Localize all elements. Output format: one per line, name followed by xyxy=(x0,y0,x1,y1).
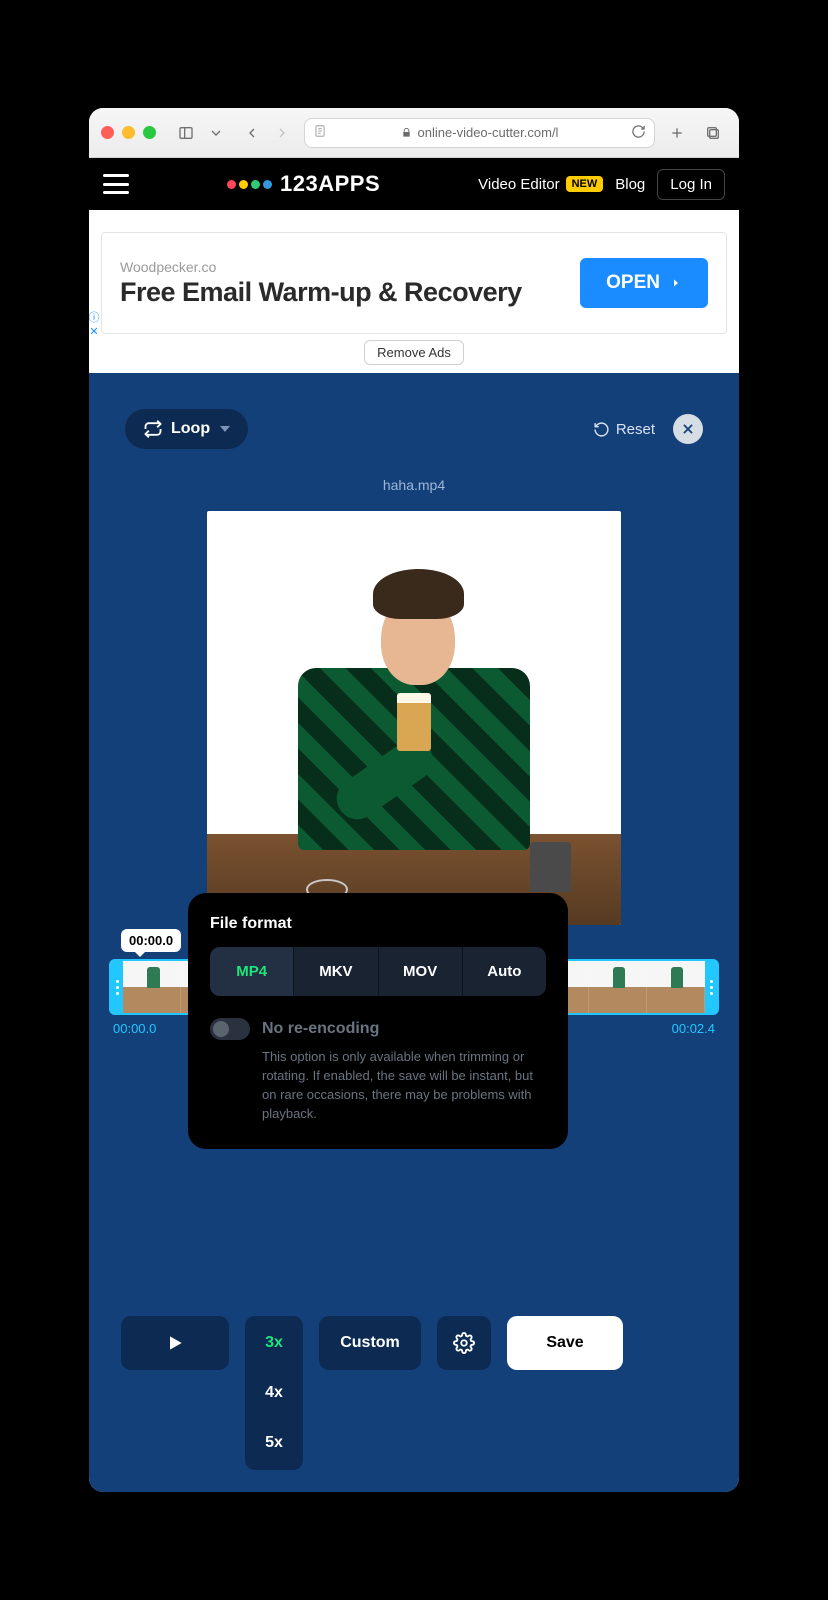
ad-zone: ⓘ✕ Woodpecker.co Free Email Warm-up & Re… xyxy=(89,210,739,373)
chevron-down-icon xyxy=(220,426,230,432)
loop-dropdown[interactable]: Loop xyxy=(125,409,248,449)
play-button[interactable] xyxy=(121,1316,229,1370)
custom-button[interactable]: Custom xyxy=(319,1316,421,1370)
safari-toolbar: online-video-cutter.com/l xyxy=(89,108,739,158)
window-controls xyxy=(101,126,156,139)
back-icon[interactable] xyxy=(238,119,266,147)
loop-icon xyxy=(143,419,163,439)
minimize-window-icon[interactable] xyxy=(122,126,135,139)
video-preview[interactable] xyxy=(207,511,621,925)
nav-blog[interactable]: Blog xyxy=(615,176,645,193)
sidebar-icon[interactable] xyxy=(172,119,200,147)
undo-icon xyxy=(593,421,610,438)
ad-advertiser: Woodpecker.co xyxy=(120,259,522,275)
speed-option-5x[interactable]: 5x xyxy=(265,1434,283,1452)
no-reencoding-label: No re-encoding xyxy=(262,1020,379,1038)
no-reencoding-description: This option is only available when trimm… xyxy=(262,1048,546,1123)
close-icon xyxy=(681,422,695,436)
app-navbar: 123APPS Video Editor NEW Blog Log In xyxy=(89,158,739,210)
format-option-mkv[interactable]: MKV xyxy=(294,947,378,996)
forward-icon[interactable] xyxy=(268,119,296,147)
timecode-start: 00:00.0 xyxy=(113,1021,156,1036)
speed-selector[interactable]: 3x 4x 5x xyxy=(245,1316,303,1470)
gear-icon xyxy=(453,1332,475,1354)
filename-label: haha.mp4 xyxy=(103,477,725,493)
tab-group-chevron-icon[interactable] xyxy=(202,119,230,147)
ad-cta-button[interactable]: OPEN xyxy=(580,258,708,308)
speed-option-3x[interactable]: 3x xyxy=(265,1334,283,1352)
new-badge: NEW xyxy=(566,176,604,192)
brand-text: 123APPS xyxy=(280,171,380,197)
tabs-overview-icon[interactable] xyxy=(699,119,727,147)
new-tab-icon[interactable] xyxy=(663,119,691,147)
reset-button[interactable]: Reset xyxy=(593,421,655,438)
video-content xyxy=(207,511,621,925)
brand-logo[interactable]: 123APPS xyxy=(141,171,466,197)
trim-handle-end[interactable] xyxy=(705,961,717,1013)
reader-mode-icon[interactable] xyxy=(313,124,327,141)
reload-icon[interactable] xyxy=(631,124,646,142)
bottom-controls: 3x 4x 5x Custom Save xyxy=(89,1316,739,1470)
trim-handle-start[interactable] xyxy=(111,961,123,1013)
playhead-tooltip: 00:00.0 xyxy=(121,929,181,952)
editor-area: Loop Reset haha.mp4 00:00.0 xyxy=(89,373,739,1492)
no-reencoding-toggle[interactable] xyxy=(210,1018,250,1040)
format-option-mov[interactable]: MOV xyxy=(379,947,463,996)
close-button[interactable] xyxy=(673,414,703,444)
format-option-mp4[interactable]: MP4 xyxy=(210,947,294,996)
remove-ads-button[interactable]: Remove Ads xyxy=(364,340,464,365)
popover-title: File format xyxy=(210,915,546,933)
hamburger-icon[interactable] xyxy=(103,174,129,194)
address-bar[interactable]: online-video-cutter.com/l xyxy=(304,118,655,148)
settings-button[interactable] xyxy=(437,1316,491,1370)
save-button[interactable]: Save xyxy=(507,1316,623,1370)
speed-option-4x[interactable]: 4x xyxy=(265,1384,283,1402)
close-window-icon[interactable] xyxy=(101,126,114,139)
lock-icon xyxy=(401,127,412,138)
nav-video-editor[interactable]: Video Editor NEW xyxy=(478,176,603,193)
adchoices-icon[interactable]: ⓘ✕ xyxy=(89,311,100,337)
brand-dots-icon xyxy=(227,180,272,189)
format-segmented-control: MP4 MKV MOV Auto xyxy=(210,947,546,996)
play-icon xyxy=(165,1332,185,1354)
format-option-auto[interactable]: Auto xyxy=(463,947,546,996)
browser-window: online-video-cutter.com/l 123APPS Video … xyxy=(89,108,739,1492)
login-button[interactable]: Log In xyxy=(657,169,725,200)
url-text: online-video-cutter.com/l xyxy=(418,125,559,140)
ad-headline: Free Email Warm-up & Recovery xyxy=(120,277,522,308)
timecode-end: 00:02.4 xyxy=(672,1021,715,1036)
ad-banner[interactable]: ⓘ✕ Woodpecker.co Free Email Warm-up & Re… xyxy=(101,232,727,334)
file-format-popover: File format MP4 MKV MOV Auto No re-encod… xyxy=(188,893,568,1149)
fullscreen-window-icon[interactable] xyxy=(143,126,156,139)
